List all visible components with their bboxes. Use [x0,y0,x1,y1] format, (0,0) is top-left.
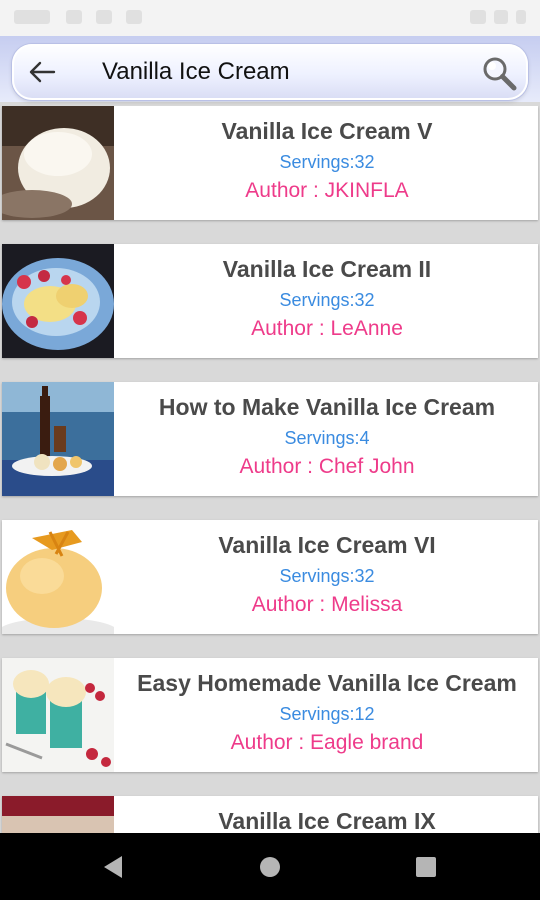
search-header: Vanilla Ice Cream [0,36,540,102]
recipe-card[interactable]: Vanilla Ice Cream IX [2,796,538,833]
recipe-thumbnail [2,106,114,220]
arrow-left-icon[interactable] [28,60,56,84]
status-notification-icon [66,10,82,24]
recipe-title: Vanilla Ice Cream VI [218,532,436,558]
search-input[interactable]: Vanilla Ice Cream [102,58,290,86]
status-clock-placeholder [14,10,50,24]
recipe-thumbnail [2,796,114,833]
battery-icon [516,10,526,24]
recipe-info: Vanilla Ice Cream V Servings:32 Author :… [116,106,538,220]
recipe-title: How to Make Vanilla Ice Cream [158,394,496,420]
wifi-icon [470,10,486,24]
recipe-author: Author : LeAnne [251,317,403,340]
recipe-thumbnail [2,382,114,496]
recipe-info: How to Make Vanilla Ice Cream Servings:4… [116,382,538,496]
recipe-info: Vanilla Ice Cream II Servings:32 Author … [116,244,538,358]
recipe-servings: Servings:12 [279,704,375,724]
status-bar [0,0,540,36]
recipe-title: Vanilla Ice Cream II [222,256,432,282]
recipe-info: Vanilla Ice Cream VI Servings:32 Author … [116,520,538,634]
recipe-list[interactable]: Vanilla Ice Cream V Servings:32 Author :… [0,106,540,833]
recipe-title: Vanilla Ice Cream IX [218,808,436,833]
recipe-thumbnail [2,658,114,772]
square-recents-icon[interactable] [410,851,442,883]
system-navigation-bar [0,833,540,900]
recipe-author: Author : JKINFLA [245,179,409,202]
status-notification-icon [126,10,142,24]
recipe-thumbnail [2,244,114,358]
recipe-card[interactable]: Vanilla Ice Cream V Servings:32 Author :… [2,106,538,220]
triangle-back-icon[interactable] [98,851,130,883]
recipe-author: Author : Chef John [239,455,415,478]
recipe-title: Easy Homemade Vanilla Ice Cream [137,670,517,696]
recipe-author: Author : Eagle brand [230,731,424,754]
recipe-servings: Servings:32 [279,566,375,586]
recipe-thumbnail [2,520,114,634]
recipe-servings: Servings:32 [279,152,375,172]
recipe-card[interactable]: Easy Homemade Vanilla Ice Cream Servings… [2,658,538,772]
status-notification-icon [96,10,112,24]
recipe-info: Easy Homemade Vanilla Ice Cream Servings… [116,658,538,772]
search-bar[interactable]: Vanilla Ice Cream [12,44,528,100]
recipe-title: Vanilla Ice Cream V [221,118,433,144]
recipe-servings: Servings:4 [284,428,370,448]
recipe-info: Vanilla Ice Cream IX [116,796,538,833]
signal-icon [494,10,508,24]
recipe-card[interactable]: Vanilla Ice Cream VI Servings:32 Author … [2,520,538,634]
recipe-servings: Servings:32 [279,290,375,310]
magnifier-icon[interactable] [480,54,518,92]
recipe-card[interactable]: Vanilla Ice Cream II Servings:32 Author … [2,244,538,358]
recipe-card[interactable]: How to Make Vanilla Ice Cream Servings:4… [2,382,538,496]
circle-home-icon[interactable] [254,851,286,883]
recipe-author: Author : Melissa [251,593,403,616]
